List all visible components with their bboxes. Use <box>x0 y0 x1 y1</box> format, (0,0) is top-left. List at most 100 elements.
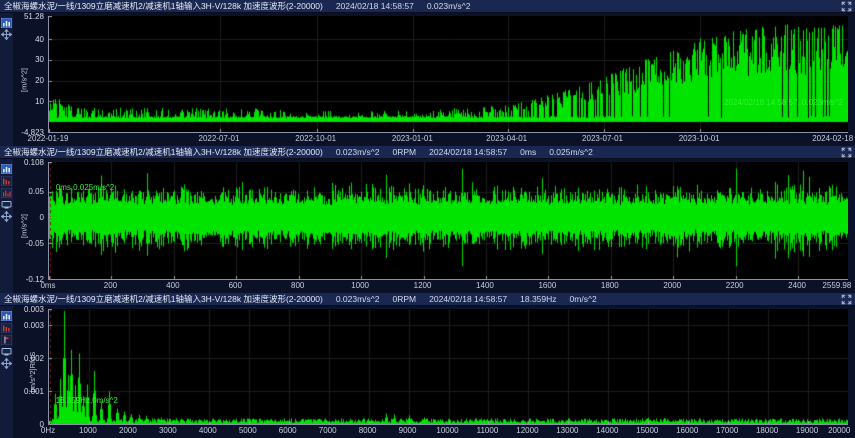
header-values: 0.023m/s^20RPM2024/02/18 14:58:5718.359H… <box>336 294 597 304</box>
x-tick-label: 6000 <box>279 426 297 435</box>
spectrum-plot-area: [m/s^2]RMS 0.0030.0030.0020.00100Hz10002… <box>13 306 855 438</box>
trend-plot[interactable] <box>48 16 848 133</box>
spectrum-canvas[interactable] <box>49 309 848 424</box>
expand-icon[interactable] <box>841 1 852 12</box>
x-tick-label: 19000 <box>796 426 818 435</box>
x-tick-label: 2559.98 <box>822 281 851 290</box>
x-tick-label: 0ms <box>40 281 55 290</box>
x-tick-label: 2022-10-01 <box>295 134 336 143</box>
trend-panel-header: 全椒海螺水泥/一线/1309立磨减速机2/减速机1轴输入3H-V/128k 加速… <box>0 0 855 13</box>
x-tick-label: 2000 <box>119 426 137 435</box>
x-tick-label: 3000 <box>159 426 177 435</box>
x-tick-label: 16000 <box>676 426 698 435</box>
x-tick-label: 7000 <box>319 426 337 435</box>
header-value: 0RPM <box>393 294 417 304</box>
waveform-panel-body: [m/s^2] 0.1080.050-0.05-0.120ms200400600… <box>0 159 855 293</box>
y-tick-label: 0.002 <box>24 354 44 363</box>
flag-icon[interactable] <box>1 332 12 342</box>
x-tick-label: 800 <box>291 281 304 290</box>
x-tick-label: 4000 <box>199 426 217 435</box>
y-axis-label: [m/s^2] <box>19 214 28 238</box>
x-tick-label: 2000 <box>663 281 681 290</box>
x-tick-label: 2023-01-01 <box>392 134 433 143</box>
x-tick-label: 2400 <box>788 281 806 290</box>
header-value: 2024/02/18 14:58:57 <box>336 1 414 11</box>
waveform-panel-header: 全椒海螺水泥/一线/1309立磨减速机2/减速机1轴输入3H-V/128k 加速… <box>0 146 855 159</box>
x-tick-label: 10000 <box>436 426 458 435</box>
spectrum-plot[interactable] <box>48 309 848 425</box>
x-tick-label: 2023-04-01 <box>486 134 527 143</box>
x-tick-label: 1000 <box>351 281 369 290</box>
expand-icon[interactable] <box>841 294 852 305</box>
y-tick-label: 0.108 <box>24 158 44 167</box>
x-tick-label: 2200 <box>726 281 744 290</box>
x-tick-label: 15000 <box>636 426 658 435</box>
trend-chart-icon[interactable] <box>1 161 12 171</box>
y-tick-label: 40 <box>35 35 44 44</box>
y-tick-label: 0 <box>40 213 44 222</box>
x-tick-label: 1200 <box>414 281 432 290</box>
y-tick-label: 0.003 <box>24 305 44 314</box>
header-value: 0ms <box>520 147 536 157</box>
x-tick-label: 20000 <box>828 426 850 435</box>
trend-canvas[interactable] <box>49 16 848 132</box>
trend-chart-icon[interactable] <box>1 15 12 25</box>
x-tick-label: 2022-01-19 <box>28 134 69 143</box>
x-tick-label: 400 <box>166 281 179 290</box>
x-tick-label: 1000 <box>79 426 97 435</box>
waveform-canvas[interactable] <box>49 162 848 279</box>
x-tick-label: 5000 <box>239 426 257 435</box>
chart-tool-strip <box>0 306 13 438</box>
y-tick-label: -0.05 <box>26 239 44 248</box>
header-value: 0RPM <box>393 147 417 157</box>
x-tick-label: 17000 <box>716 426 738 435</box>
y-axis-label: [m/s^2] <box>19 68 28 92</box>
x-tick-label: 0Hz <box>41 426 55 435</box>
x-tick-label: 12000 <box>516 426 538 435</box>
x-tick-label: 2023-10-01 <box>679 134 720 143</box>
header-value: 0.023m/s^2 <box>427 1 471 11</box>
header-value: 18.359Hz <box>520 294 556 304</box>
panel-title: 全椒海螺水泥/一线/1309立磨减速机2/减速机1轴输入3H-V/128k 加速… <box>4 146 323 158</box>
x-tick-label: 2023-07-01 <box>582 134 623 143</box>
y-tick-label: 0.003 <box>24 321 44 330</box>
x-tick-label: 18000 <box>756 426 778 435</box>
y-tick-label: 30 <box>35 55 44 64</box>
chart-tool-strip <box>0 159 13 293</box>
trend-panel: 全椒海螺水泥/一线/1309立磨减速机2/减速机1轴输入3H-V/128k 加速… <box>0 0 855 146</box>
y-tick-label: 0.05 <box>28 187 44 196</box>
x-tick-label: 200 <box>104 281 117 290</box>
trend-chart-icon[interactable] <box>1 308 12 318</box>
spectrum-panel: 全椒海螺水泥/一线/1309立磨减速机2/减速机1轴输入3H-V/128k 加速… <box>0 293 855 438</box>
screen-icon[interactable] <box>1 197 12 207</box>
spectrum-bars-icon[interactable] <box>1 320 12 330</box>
waveform-panel: 全椒海螺水泥/一线/1309立磨减速机2/减速机1轴输入3H-V/128k 加速… <box>0 146 855 293</box>
header-value: 0.023m/s^2 <box>336 147 380 157</box>
header-values: 0.023m/s^20RPM2024/02/18 14:58:570ms0.02… <box>336 147 593 157</box>
header-value: 0m/s^2 <box>570 294 597 304</box>
pan-icon[interactable] <box>1 209 12 219</box>
x-tick-label: 11000 <box>477 426 499 435</box>
y-tick-label: 20 <box>35 76 44 85</box>
trend-plot-area: [m/s^2] 51.2840302010-4.8232022-01-19202… <box>13 13 855 146</box>
spectrum-bars-icon[interactable] <box>1 173 12 183</box>
spectrum-panel-body: [m/s^2]RMS 0.0030.0030.0020.00100Hz10002… <box>0 306 855 438</box>
x-tick-label: 8000 <box>359 426 377 435</box>
x-tick-label: 600 <box>229 281 242 290</box>
pan-icon[interactable] <box>1 27 12 37</box>
panel-title: 全椒海螺水泥/一线/1309立磨减速机2/减速机1轴输入3H-V/128k 加速… <box>4 0 323 12</box>
x-tick-label: 13000 <box>556 426 578 435</box>
header-values: 2024/02/18 14:58:57 0.023m/s^2 <box>336 1 471 11</box>
x-tick-label: 9000 <box>399 426 417 435</box>
screen-icon[interactable] <box>1 344 12 354</box>
expand-icon[interactable] <box>841 147 852 158</box>
waveform-bars-icon[interactable] <box>1 185 12 195</box>
y-tick-label: 0.001 <box>24 387 44 396</box>
header-value: 0.025m/s^2 <box>549 147 593 157</box>
pan-icon[interactable] <box>1 356 12 366</box>
panel-title: 全椒海螺水泥/一线/1309立磨减速机2/减速机1轴输入3H-V/128k 加速… <box>4 293 323 305</box>
x-tick-label: 1800 <box>601 281 619 290</box>
waveform-plot[interactable] <box>48 162 848 280</box>
spectrum-panel-header: 全椒海螺水泥/一线/1309立磨减速机2/减速机1轴输入3H-V/128k 加速… <box>0 293 855 306</box>
x-tick-label: 2022-07-01 <box>199 134 240 143</box>
